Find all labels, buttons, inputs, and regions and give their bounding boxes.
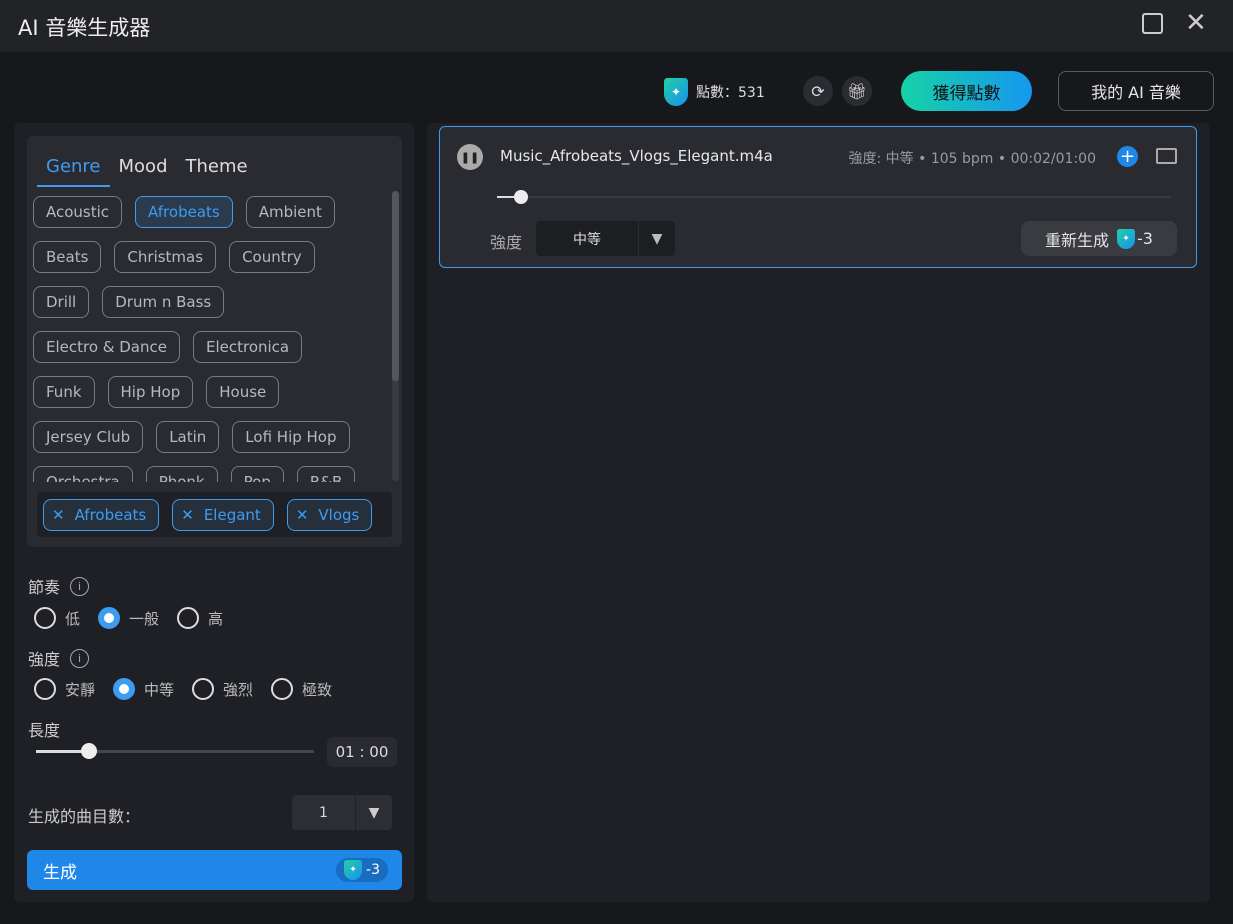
top-toolbar: ✦ 點數：531 ⟳ 🎁︎ 獲得點數 我的 AI 音樂 — [0, 70, 1233, 112]
refresh-icon[interactable]: ⟳ — [803, 76, 833, 106]
remove-icon[interactable]: ✕ — [52, 506, 65, 524]
song-count-value: 1 — [292, 795, 356, 830]
settings-panel: Genre Mood Theme Acoustic Afrobeats Ambien… — [14, 123, 414, 902]
regenerate-button[interactable]: 重新生成 ✦ -3 — [1021, 221, 1177, 256]
points-display: ✦ 點數：531 — [664, 78, 765, 106]
genre-chip[interactable]: Pop — [230, 466, 284, 482]
points-shield-icon: ✦ — [664, 78, 688, 106]
genre-chip[interactable]: Ambient — [245, 196, 335, 228]
points-shield-icon: ✦ — [344, 860, 363, 880]
title-bar: AI 音樂生成器 ✕ — [0, 0, 1233, 52]
genre-chip[interactable]: Hip Hop — [107, 376, 194, 408]
track-meta: 強度: 中等 • 105 bpm • 00:02/01:00 — [848, 151, 1096, 167]
tag-label: Elegant — [203, 505, 261, 524]
genre-chip[interactable]: Afrobeats — [135, 196, 233, 228]
selected-tag[interactable]: ✕ Elegant — [172, 498, 274, 531]
scrollbar[interactable] — [392, 191, 399, 481]
my-ai-music-button[interactable]: 我的 AI 音樂 — [1058, 71, 1214, 111]
intensity-extreme[interactable]: 極致 — [271, 678, 332, 700]
song-count-select[interactable]: 1 ▼ — [292, 795, 392, 830]
song-count-label: 生成的曲目數： — [28, 807, 141, 826]
intensity-strong[interactable]: 強烈 — [192, 678, 253, 700]
selected-tag[interactable]: ✕ Vlogs — [286, 498, 373, 531]
genre-chip[interactable]: Acoustic — [33, 196, 123, 228]
tempo-normal[interactable]: 一般 — [98, 607, 159, 629]
close-icon[interactable]: ✕ — [1185, 10, 1209, 36]
maximize-icon[interactable] — [1141, 12, 1165, 36]
playback-progress[interactable] — [497, 190, 1171, 204]
length-slider[interactable] — [36, 743, 314, 759]
genre-chip[interactable]: Latin — [156, 421, 220, 453]
category-tabs: Genre Mood Theme — [37, 154, 257, 187]
track-filename: Music_Afrobeats_Vlogs_Elegant.m4a — [500, 147, 773, 165]
intensity-quiet[interactable]: 安靜 — [34, 678, 95, 700]
tempo-radio-group: 低 一般 高 — [34, 607, 223, 629]
genre-chip[interactable]: R&B — [296, 466, 356, 482]
get-points-button[interactable]: 獲得點數 — [901, 71, 1032, 111]
genre-chip[interactable]: Phonk — [145, 466, 218, 482]
remove-icon[interactable]: ✕ — [181, 506, 194, 524]
genre-chip[interactable]: Funk — [33, 376, 95, 408]
tempo-label: 節奏 i — [28, 574, 90, 598]
tempo-low[interactable]: 低 — [34, 607, 80, 629]
folder-icon[interactable] — [1156, 148, 1177, 164]
track-intensity-value: 中等 — [536, 221, 639, 256]
genre-chip[interactable]: Drum n Bass — [102, 286, 225, 318]
pause-icon[interactable]: ❚❚ — [457, 144, 483, 170]
genre-chip[interactable]: Country — [229, 241, 315, 273]
length-label: 長度 — [28, 721, 61, 740]
tab-mood[interactable]: Mood — [110, 154, 177, 187]
genre-chip[interactable]: Drill — [33, 286, 90, 318]
points-label: 點數：531 — [696, 85, 765, 101]
genre-chip[interactable]: Electro & Dance — [33, 331, 180, 363]
track-card: ❚❚ Music_Afrobeats_Vlogs_Elegant.m4a 強度:… — [439, 126, 1197, 268]
genre-chip[interactable]: Christmas — [114, 241, 217, 273]
genre-chip[interactable]: Beats — [33, 241, 102, 273]
genre-card: Genre Mood Theme Acoustic Afrobeats Ambien… — [27, 136, 402, 547]
selected-tag[interactable]: ✕ Afrobeats — [43, 498, 160, 531]
selected-tags-bar: ✕ Afrobeats ✕ Elegant ✕ Vlogs — [37, 492, 392, 537]
genre-chip[interactable]: Jersey Club — [33, 421, 144, 453]
genre-chip[interactable]: Lofi Hip Hop — [232, 421, 350, 453]
intensity-radio-group: 安靜 中等 強烈 極致 — [34, 678, 332, 700]
add-icon[interactable]: + — [1117, 146, 1138, 167]
points-shield-icon: ✦ — [1117, 228, 1136, 249]
tempo-label-text: 節奏 — [28, 578, 61, 597]
track-intensity-label: 強度 — [490, 233, 523, 252]
genre-chip[interactable]: Orchestra — [33, 466, 133, 482]
remove-icon[interactable]: ✕ — [296, 506, 309, 524]
generate-cost: ✦ -3 — [336, 858, 388, 882]
generate-label: 生成 — [43, 862, 77, 883]
tab-genre[interactable]: Genre — [37, 154, 110, 187]
tab-theme[interactable]: Theme — [177, 154, 257, 187]
tag-label: Vlogs — [318, 505, 360, 524]
length-value[interactable]: 01 : 00 — [327, 737, 397, 767]
intensity-medium[interactable]: 中等 — [113, 678, 174, 700]
genre-chip-list: Acoustic Afrobeats Ambient Beats Christmas Co… — [33, 196, 383, 482]
info-icon[interactable]: i — [70, 648, 90, 668]
intensity-label-text: 強度 — [28, 650, 61, 669]
gift-icon[interactable]: 🎁︎ — [842, 76, 872, 106]
chevron-down-icon[interactable]: ▼ — [639, 221, 675, 256]
tag-label: Afrobeats — [74, 505, 147, 524]
tempo-high[interactable]: 高 — [177, 607, 223, 629]
results-panel: ❚❚ Music_Afrobeats_Vlogs_Elegant.m4a 強度:… — [427, 123, 1210, 902]
intensity-label: 強度 i — [28, 646, 90, 670]
window-title: AI 音樂生成器 — [18, 16, 151, 40]
chevron-down-icon[interactable]: ▼ — [356, 795, 392, 830]
slider-handle[interactable] — [80, 743, 97, 759]
genre-chip[interactable]: Electronica — [192, 331, 303, 363]
track-intensity-select[interactable]: 中等 ▼ — [536, 221, 675, 256]
info-icon[interactable]: i — [70, 576, 90, 596]
generate-button[interactable]: 生成 ✦ -3 — [27, 850, 402, 890]
genre-chip[interactable]: House — [206, 376, 280, 408]
progress-handle[interactable] — [513, 190, 528, 204]
